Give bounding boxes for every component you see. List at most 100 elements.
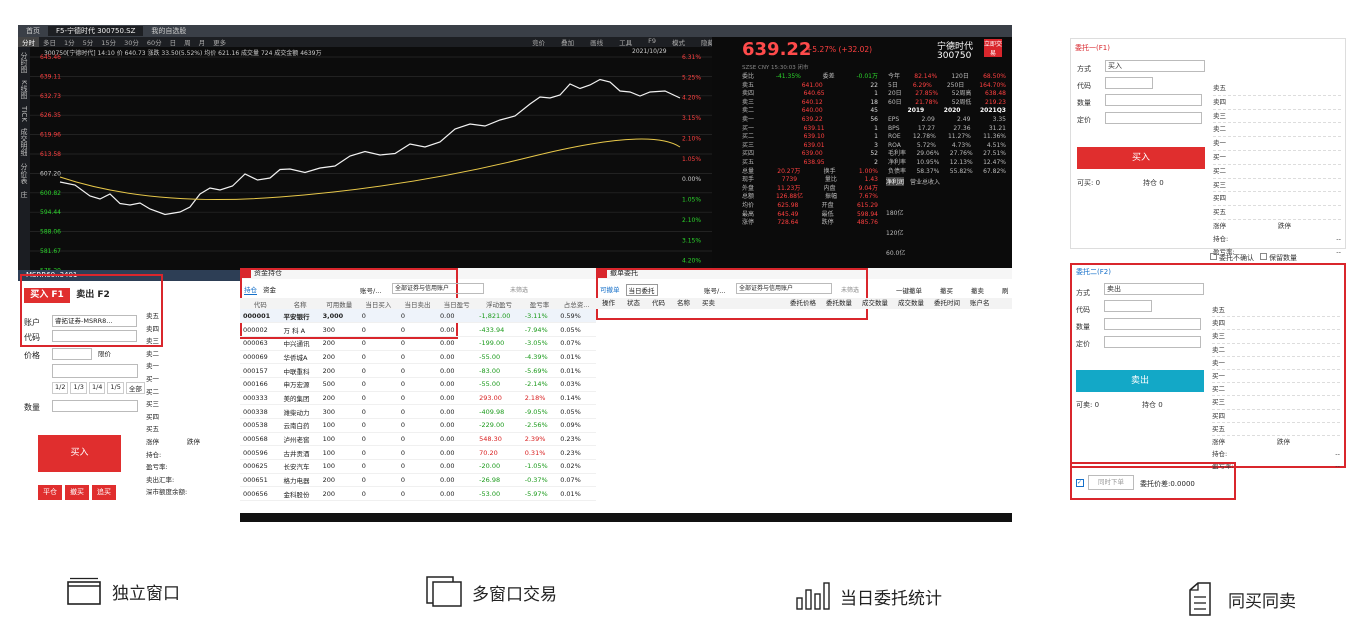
quantity-input[interactable] [52, 400, 138, 412]
table-row[interactable]: 000338 潍柴动力 300 0 0 0.00 -409.98 -9.05% 0.05% [240, 404, 596, 419]
orders-col-header[interactable]: 状态 [621, 298, 646, 309]
sell-tab[interactable]: 卖出 F2 [70, 288, 116, 303]
checkbox-box[interactable] [1260, 253, 1267, 260]
acct-select[interactable]: 全部证券与信用账户 [736, 283, 832, 294]
tab-stock[interactable]: F5-宁德时代 300750.SZ [48, 26, 144, 36]
quick-action-button[interactable]: 撤买 [65, 485, 89, 500]
table-row[interactable]: 000656 金科股份 200 0 0 0.00 -53.00 -5.97% 0.01% [240, 486, 596, 502]
amount-input[interactable] [52, 364, 138, 378]
toolbar-item[interactable]: 模式 [668, 37, 689, 47]
orders-col-header[interactable]: 成交数量 [893, 298, 929, 309]
code-input[interactable] [52, 330, 137, 342]
form1-price-input[interactable] [1105, 112, 1202, 124]
side-menu-item[interactable]: TICK [20, 104, 28, 124]
fraction-button[interactable]: 1/3 [70, 382, 87, 394]
option-checkbox[interactable]: 委托不确认 [1210, 253, 1254, 263]
side-menu-item[interactable]: K线图 [19, 78, 29, 101]
side-menu-item[interactable]: 成交明细 [19, 126, 29, 158]
table-row[interactable]: 000568 泸州老窖 100 0 0 0.00 548.30 2.39% 0.23% [240, 432, 596, 447]
table-row[interactable]: 000157 中联重科 200 0 0 0.00 -83.00 -5.69% 0.01% [240, 363, 596, 378]
form1-qty-input[interactable] [1105, 94, 1202, 106]
fraction-button[interactable]: 1/4 [88, 382, 106, 394]
table-row[interactable]: 000651 格力电器 200 0 0 0.00 -26.98 -0.37% 0.07% [240, 473, 596, 488]
quick-action-button[interactable]: 平仓 [38, 485, 62, 500]
tab-watchlist[interactable]: 我的自选股 [143, 26, 194, 36]
fraction-button[interactable]: 全部 [125, 382, 145, 394]
form1-code-input[interactable] [1105, 77, 1153, 89]
orders-col-header[interactable]: 名称 [671, 298, 696, 309]
quick-action-button[interactable]: 追买 [92, 485, 116, 500]
holdings-col-header[interactable]: 当日买入 [358, 298, 398, 309]
holdings-col-header[interactable]: 当日盈亏 [437, 298, 477, 309]
fraction-button[interactable]: 1/2 [52, 382, 69, 394]
table-row[interactable]: 000333 美的集团 200 0 0 0.00 293.00 2.18% 0.14% [240, 391, 596, 406]
table-row[interactable]: 000625 长安汽车 100 0 0 0.00 -20.00 -1.05% 0.02% [240, 459, 596, 474]
side-menu-item[interactable]: 分时图 [19, 50, 29, 75]
tab-home[interactable]: 首页 [18, 26, 48, 36]
filter-label[interactable]: 未筛选 [510, 285, 528, 294]
trade-now-button[interactable]: 立即交易 [984, 39, 1002, 57]
form1-mode-select[interactable]: 买入 [1105, 60, 1205, 72]
sync-order-button[interactable]: 同时下单 [1088, 475, 1134, 490]
toolbar-item[interactable]: 画线 [586, 37, 607, 47]
form2-price-input[interactable] [1104, 336, 1201, 348]
period-tab[interactable]: 5分 [79, 37, 98, 47]
order-action-button[interactable]: 刷 [1002, 285, 1009, 295]
side-menu-item[interactable]: 分价表 [19, 161, 29, 186]
holdings-col-header[interactable]: 当日卖出 [397, 298, 438, 309]
period-tab[interactable]: 更多 [209, 37, 230, 47]
orders-col-header[interactable]: 买卖 [696, 298, 721, 309]
buy-tab[interactable]: 买入 F1 [24, 288, 70, 303]
period-tab[interactable]: 多日 [39, 37, 60, 47]
form2-code-input[interactable] [1104, 300, 1152, 312]
table-row[interactable]: 000002 万 科 A 300 0 0 0.00 -433.94 -7.94% 0.05% [240, 322, 596, 337]
price-input[interactable] [52, 348, 92, 360]
acct-select[interactable]: 全部证券与信用账户 [392, 283, 484, 294]
table-row[interactable]: 000596 古井贡酒 100 0 0 0.00 70.20 0.31% 0.23% [240, 445, 596, 461]
toolbar-item[interactable]: 工具 [615, 37, 636, 47]
period-tab[interactable]: 分时 [18, 37, 39, 47]
period-tab[interactable]: 周 [180, 37, 195, 47]
form2-qty-input[interactable] [1104, 318, 1201, 330]
form1-buy-button[interactable]: 买入 [1077, 147, 1205, 169]
toolbar-item[interactable]: 叠加 [557, 37, 578, 47]
holdings-col-header[interactable]: 可用数量 [319, 298, 359, 309]
period-tab[interactable]: 60分 [143, 37, 166, 47]
form2-mode-select[interactable]: 卖出 [1104, 283, 1204, 295]
table-row[interactable]: 000063 中兴通讯 200 0 0 0.00 -199.00 -3.05% 0.07% [240, 336, 596, 351]
period-tab[interactable]: 15分 [97, 37, 120, 47]
period-tab[interactable]: 日 [166, 37, 181, 47]
period-tab[interactable]: 月 [195, 37, 210, 47]
fin-tab[interactable]: 营业总收入 [910, 177, 940, 186]
order-action-button[interactable]: 撤卖 [971, 285, 984, 295]
toolbar-item[interactable]: F9 [644, 37, 660, 47]
period-tab[interactable]: 1分 [60, 37, 79, 47]
orders-col-header[interactable]: 委托时间 [929, 298, 965, 309]
orders-col-header[interactable]: 委托数量 [821, 298, 857, 309]
fraction-button[interactable]: 1/5 [107, 382, 124, 394]
tab-holdings[interactable]: 持仓 [244, 284, 257, 295]
buy-button[interactable]: 买入 [38, 435, 121, 472]
order-action-button[interactable]: 撤买 [940, 285, 953, 295]
form2-sell-button[interactable]: 卖出 [1076, 370, 1204, 392]
intraday-chart[interactable]: 300750[宁德时代] 14:10 价 640.73 涨跌 33.50(5.5… [30, 47, 712, 292]
table-row[interactable]: 000001 平安银行 3,000 0 0 0.00 -1,821.00 -3.11% 0.59… [240, 309, 596, 324]
order-action-button[interactable]: 一键撤单 [896, 285, 922, 295]
tab-funds[interactable]: 资金 [263, 284, 276, 295]
tab-today-orders[interactable]: 当日委托 [625, 284, 658, 296]
filter-label[interactable]: 未筛选 [841, 285, 859, 294]
tab-cancelable[interactable]: 可撤单 [600, 284, 620, 296]
orders-col-header[interactable]: 账户名 [965, 298, 995, 309]
fin-tab[interactable]: 净利润 [886, 177, 905, 187]
table-row[interactable]: 000538 云南白药 100 0 0 0.00 -229.00 -2.56% 0.09% [240, 418, 596, 433]
checkbox-box[interactable] [1210, 253, 1217, 260]
holdings-col-header[interactable]: 占总资... [557, 298, 596, 309]
price-mode-select[interactable]: 限价 [98, 348, 138, 360]
holdings-col-header[interactable]: 代码 [240, 298, 281, 309]
holdings-col-header[interactable]: 浮动盈亏 [476, 298, 522, 309]
table-row[interactable]: 000069 华侨城A 200 0 0 0.00 -55.00 -4.39% 0.01% [240, 350, 596, 365]
orders-col-header[interactable]: 操作 [596, 298, 621, 309]
table-row[interactable]: 000166 申万宏源 500 0 0 0.00 -55.00 -2.14% 0.03% [240, 377, 596, 392]
account-select[interactable]: 睿拓证券-MSRR8... [52, 315, 137, 327]
period-tab[interactable]: 30分 [120, 37, 143, 47]
